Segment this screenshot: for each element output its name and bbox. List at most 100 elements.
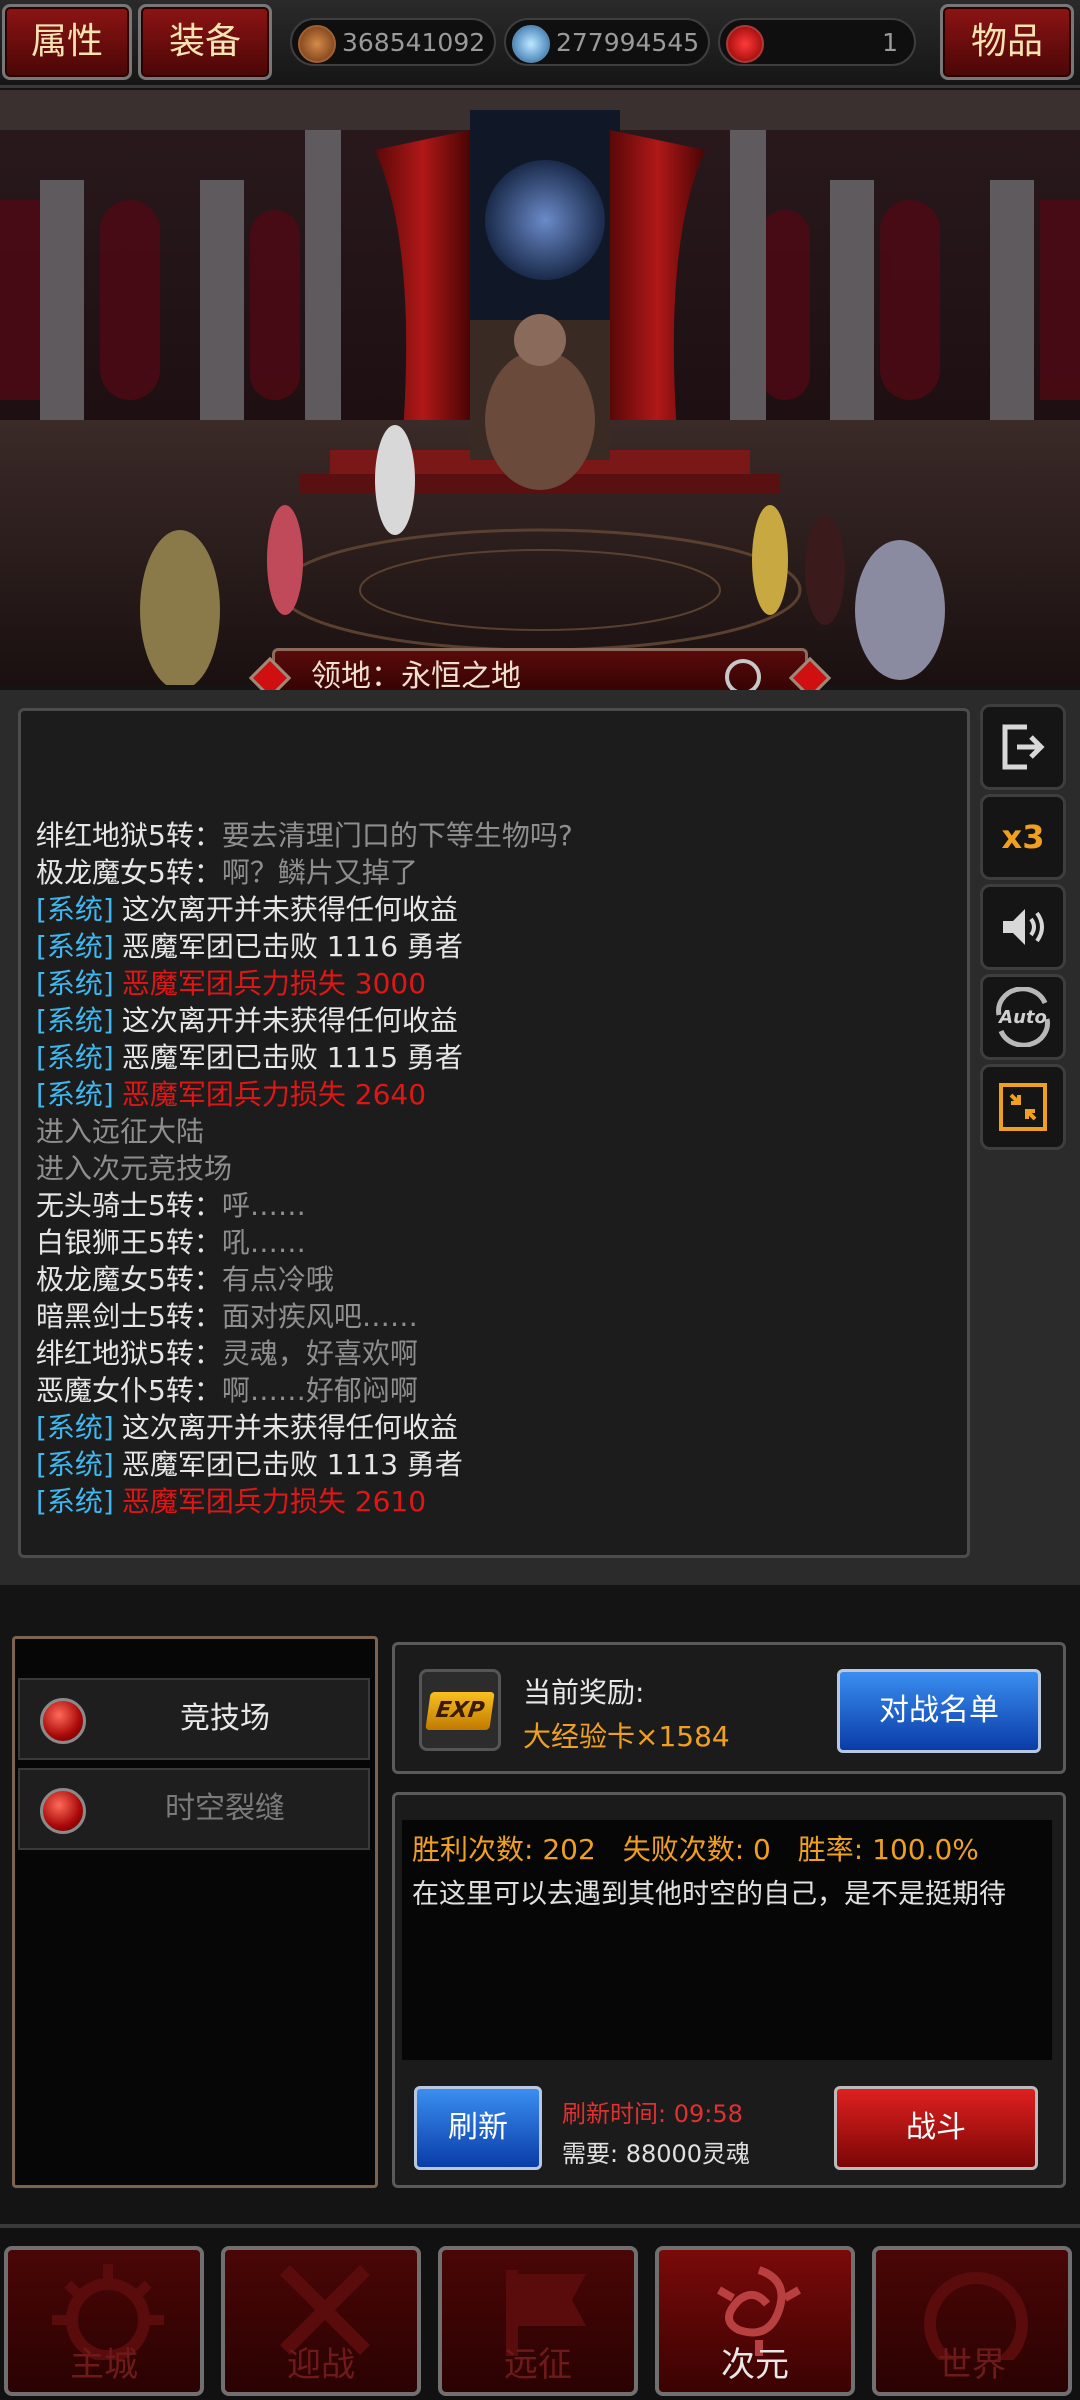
chat-line: 白银狮王5转：吼…… (36, 1225, 306, 1261)
win-rate-label: 胜率: (797, 1833, 864, 1866)
attributes-button[interactable]: 属性 (2, 4, 132, 80)
gold-value: 368541092 (342, 28, 486, 57)
arena-description: 在这里可以去遇到其他时空的自己，是不是挺期待 (412, 1879, 1006, 1910)
exit-button[interactable] (980, 704, 1066, 790)
system-tag: [系统] (36, 1041, 114, 1074)
system-tag: [系统] (36, 1004, 114, 1037)
gold-resource: 368541092 (290, 18, 496, 66)
throne-room-illustration (0, 90, 1080, 685)
chat-line: 极龙魔女5转：有点冷哦 (36, 1262, 334, 1298)
speed-button[interactable]: x3 (980, 794, 1066, 880)
exit-icon (1002, 724, 1045, 770)
reward-value: 大经验卡×1584 (523, 1720, 730, 1753)
refresh-timer: 刷新时间: 09:58 (562, 2094, 743, 2129)
soul-resource: 277994545 (504, 18, 710, 66)
speaker-name: 恶魔女仆5转： (36, 1374, 222, 1407)
chat-line: [系统] 恶魔军团已击败 1116 勇者 (36, 929, 463, 965)
nav-defend[interactable]: 迎战 (221, 2246, 421, 2396)
speaker-name: 绯红地狱5转： (36, 819, 222, 852)
equipment-button[interactable]: 装备 (138, 4, 272, 80)
chat-line: [系统] 这次离开并未获得任何收益 (36, 1003, 458, 1039)
chat-line: [系统] 恶魔军团已击败 1115 勇者 (36, 1040, 463, 1076)
speaker-name: 无头骑士5转： (36, 1189, 222, 1222)
nav-label: 次元 (721, 2345, 789, 2385)
auto-battle-button[interactable]: Auto (980, 974, 1066, 1060)
wins-value: 202 (542, 1833, 596, 1866)
speaker-message: 啊？鳞片又掉了 (221, 856, 418, 889)
system-tag: [系统] (36, 1411, 114, 1444)
system-message: 这次离开并未获得任何收益 (121, 1004, 458, 1037)
chat-line: 绯红地狱5转：要去清理门口的下等生物吗? (36, 818, 573, 854)
chat-line: [系统] 这次离开并未获得任何收益 (36, 1410, 458, 1446)
alert-message: 恶魔军团兵力损失 2610 (121, 1485, 427, 1518)
chat-line: [系统] 这次离开并未获得任何收益 (36, 892, 458, 928)
battle-roster-button[interactable]: 对战名单 (837, 1669, 1041, 1753)
menu-item-arena[interactable]: 竞技场 (18, 1678, 370, 1760)
stats-line: 胜利次数: 202 失败次数: 0 胜率: 100.0% (412, 1828, 979, 1868)
speaker-name: 白银狮王5转： (36, 1226, 222, 1259)
system-message: 恶魔军团已击败 1115 勇者 (121, 1041, 463, 1074)
refresh-time-label: 刷新时间: (562, 2100, 667, 2128)
gold-medal-icon (298, 25, 336, 63)
chat-line: 进入远征大陆 (36, 1114, 204, 1150)
orb-resource: 1 (718, 18, 916, 66)
red-orb-icon (40, 1788, 86, 1834)
menu-item-label: 竞技场 (180, 1701, 270, 1736)
losses-value: 0 (753, 1833, 771, 1866)
chat-line: [系统] 恶魔军团已击败 1113 勇者 (36, 1447, 463, 1483)
system-tag: [系统] (36, 1448, 114, 1481)
speaker-message: 呼…… (221, 1189, 306, 1222)
fight-button[interactable]: 战斗 (834, 2086, 1038, 2170)
menu-item-label: 时空裂缝 (165, 1791, 285, 1826)
chat-line: 恶魔女仆5转：啊……好郁闷啊 (36, 1373, 418, 1409)
nav-dimension[interactable]: 次元 (655, 2246, 855, 2396)
speaker-message: 要去清理门口的下等生物吗? (221, 819, 573, 852)
throne-room-scene (0, 90, 1080, 685)
speaker-name: 极龙魔女5转： (36, 1263, 222, 1296)
reward-title: 当前奖励: (523, 1676, 645, 1709)
shrink-button[interactable] (980, 1064, 1066, 1150)
event-message: 进入次元竞技场 (36, 1152, 233, 1185)
chat-line: [系统] 恶魔军团兵力损失 2610 (36, 1484, 426, 1520)
arena-stats-box: 胜利次数: 202 失败次数: 0 胜率: 100.0% 在这里可以去遇到其他时… (402, 1820, 1052, 2060)
sound-button[interactable] (980, 884, 1066, 970)
top-bar: 属性 装备 368541092 277994545 1 物品 (0, 0, 1080, 88)
system-tag: [系统] (36, 930, 114, 963)
chat-line: 极龙魔女5转：啊？鳞片又掉了 (36, 855, 418, 891)
speed-label: x3 (1001, 818, 1045, 856)
speaker-message: 灵魂，好喜欢啊 (221, 1337, 418, 1370)
nav-world[interactable]: 世界 (872, 2246, 1072, 2396)
orb-value: 1 (882, 28, 898, 57)
nav-expedition[interactable]: 远征 (438, 2246, 638, 2396)
chat-line: [系统] 恶魔军团兵力损失 3000 (36, 966, 426, 1002)
reward-panel: EXP 当前奖励: 大经验卡×1584 对战名单 (392, 1642, 1066, 1774)
system-message: 恶魔军团已击败 1113 勇者 (121, 1448, 463, 1481)
speaker-name: 极龙魔女5转： (36, 856, 222, 889)
items-button[interactable]: 物品 (940, 4, 1074, 80)
menu-item-rift[interactable]: 时空裂缝 (18, 1768, 370, 1850)
nav-label: 远征 (504, 2345, 572, 2385)
chat-line: 暗黑剑士5转：面对疾风吧…… (36, 1299, 418, 1335)
speaker-name: 暗黑剑士5转： (36, 1300, 222, 1333)
soul-value: 277994545 (556, 28, 700, 57)
speaker-message: 吼…… (221, 1226, 306, 1259)
red-swirl-orb-icon (726, 25, 764, 63)
system-tag: [系统] (36, 1078, 114, 1111)
system-message: 恶魔军团已击败 1116 勇者 (121, 930, 463, 963)
wins-label: 胜利次数: (412, 1833, 534, 1866)
svg-text:Auto: Auto (997, 1007, 1047, 1028)
nav-label: 主城 (70, 2345, 138, 2385)
system-tag: [系统] (36, 1485, 114, 1518)
speaker-name: 绯红地狱5转： (36, 1337, 222, 1370)
chat-line: [系统] 恶魔军团兵力损失 2640 (36, 1077, 426, 1113)
nav-main-city[interactable]: 主城 (4, 2246, 204, 2396)
auto-icon: Auto (996, 987, 1050, 1047)
refresh-button[interactable]: 刷新 (414, 2086, 542, 2170)
shrink-icon (999, 1083, 1047, 1131)
losses-label: 失败次数: (622, 1833, 745, 1866)
event-message: 进入远征大陆 (36, 1115, 205, 1148)
nav-label: 迎战 (287, 2345, 355, 2385)
alert-message: 恶魔军团兵力损失 3000 (121, 967, 427, 1000)
win-rate-value: 100.0% (872, 1833, 979, 1866)
chat-line: 绯红地狱5转：灵魂，好喜欢啊 (36, 1336, 418, 1372)
